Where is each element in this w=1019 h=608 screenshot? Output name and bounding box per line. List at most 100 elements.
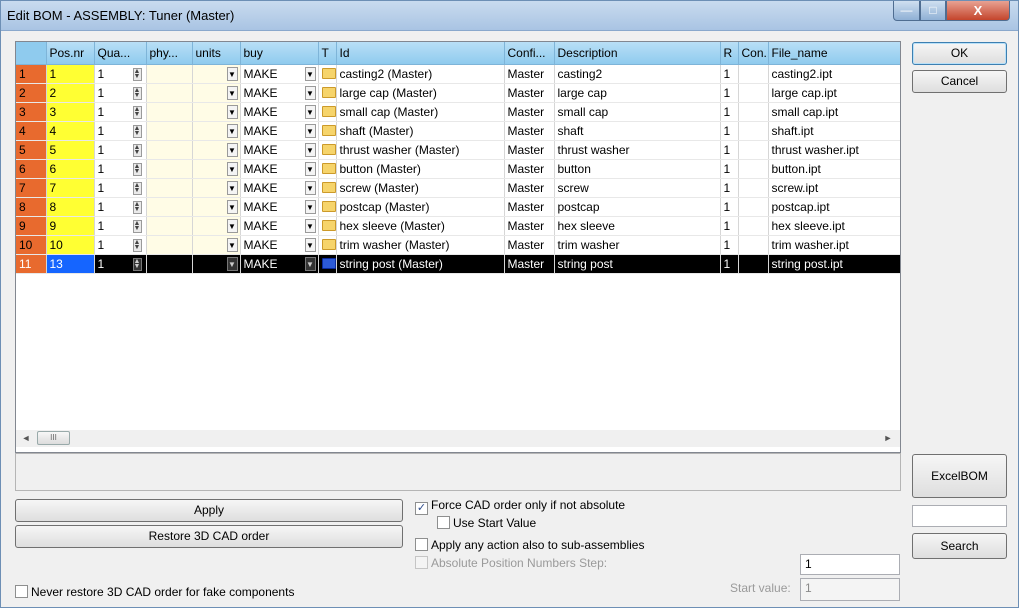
id-cell[interactable]: postcap (Master) (336, 197, 505, 217)
col-pos-nr[interactable]: Pos.nr (46, 42, 95, 65)
absolute-step-checkbox[interactable]: Absolute Position Numbers Step: (415, 556, 607, 570)
scroll-right-icon[interactable]: ► (880, 430, 896, 447)
phy-cell[interactable] (146, 159, 193, 179)
units-dropdown[interactable]: ▼ (192, 178, 241, 198)
row-number[interactable]: 11 (16, 254, 47, 274)
spinner-icon[interactable]: ▲ ▼ (132, 86, 142, 100)
description-cell[interactable]: screw (554, 178, 721, 198)
row-number[interactable]: 8 (16, 197, 47, 217)
con-cell[interactable] (738, 64, 769, 84)
phy-cell[interactable] (146, 216, 193, 236)
buy-dropdown[interactable]: MAKE ▼ (240, 64, 319, 84)
quantity-stepper[interactable]: 1 ▲ ▼ (94, 197, 147, 217)
description-cell[interactable]: button (554, 159, 721, 179)
con-cell[interactable] (738, 102, 769, 122)
phy-cell[interactable] (146, 64, 193, 84)
quantity-stepper[interactable]: 1 ▲ ▼ (94, 159, 147, 179)
r-cell[interactable]: 1 (720, 159, 739, 179)
apply-sub-assemblies-checkbox[interactable]: Apply any action also to sub-assemblies (415, 538, 644, 552)
spinner-icon[interactable]: ▲ ▼ (132, 105, 142, 119)
use-start-value-checkbox[interactable]: Use Start Value (437, 516, 536, 530)
minimize-button[interactable]: — (893, 1, 920, 21)
chevron-down-icon[interactable]: ▼ (304, 142, 316, 157)
phy-cell[interactable] (146, 235, 193, 255)
description-cell[interactable]: hex sleeve (554, 216, 721, 236)
buy-dropdown[interactable]: MAKE ▼ (240, 140, 319, 160)
table-row[interactable]: 7 7 1 ▲ ▼ ▼ MAKE ▼ screw (Master) Master screw 1 scr… (16, 178, 900, 198)
config-cell[interactable]: Master (504, 159, 555, 179)
col-type[interactable]: T (318, 42, 337, 65)
r-cell[interactable]: 1 (720, 197, 739, 217)
units-dropdown[interactable]: ▼ (192, 102, 241, 122)
phy-cell[interactable] (146, 102, 193, 122)
con-cell[interactable] (738, 254, 769, 274)
file-name-cell[interactable]: thrust washer.ipt (768, 140, 900, 160)
file-name-cell[interactable]: button.ipt (768, 159, 900, 179)
con-cell[interactable] (738, 235, 769, 255)
buy-dropdown[interactable]: MAKE ▼ (240, 83, 319, 103)
quantity-stepper[interactable]: 1 ▲ ▼ (94, 235, 147, 255)
r-cell[interactable]: 1 (720, 83, 739, 103)
col-buy[interactable]: buy (240, 42, 319, 65)
id-cell[interactable]: small cap (Master) (336, 102, 505, 122)
units-dropdown[interactable]: ▼ (192, 140, 241, 160)
row-number[interactable]: 3 (16, 102, 47, 122)
units-dropdown[interactable]: ▼ (192, 121, 241, 141)
apply-button[interactable]: Apply (15, 499, 403, 522)
id-cell[interactable]: casting2 (Master) (336, 64, 505, 84)
r-cell[interactable]: 1 (720, 235, 739, 255)
id-cell[interactable]: screw (Master) (336, 178, 505, 198)
units-dropdown[interactable]: ▼ (192, 64, 241, 84)
scroll-thumb[interactable]: III (37, 431, 70, 445)
r-cell[interactable]: 1 (720, 64, 739, 84)
table-row[interactable]: 6 6 1 ▲ ▼ ▼ MAKE ▼ button (Master) Master button 1 b… (16, 159, 900, 179)
con-cell[interactable] (738, 140, 769, 160)
quantity-stepper[interactable]: 1 ▲ ▼ (94, 254, 147, 274)
search-button[interactable]: Search (912, 533, 1007, 559)
chevron-down-icon[interactable]: ▼ (304, 161, 316, 176)
chevron-down-icon[interactable]: ▼ (304, 66, 316, 81)
table-row[interactable]: 8 8 1 ▲ ▼ ▼ MAKE ▼ postcap (Master) Master postcap… (16, 197, 900, 217)
quantity-stepper[interactable]: 1 ▲ ▼ (94, 140, 147, 160)
file-name-cell[interactable]: shaft.ipt (768, 121, 900, 141)
con-cell[interactable] (738, 197, 769, 217)
col-id[interactable]: Id (336, 42, 505, 65)
chevron-down-icon[interactable]: ▼ (304, 256, 316, 271)
buy-dropdown[interactable]: MAKE ▼ (240, 102, 319, 122)
quantity-stepper[interactable]: 1 ▲ ▼ (94, 102, 147, 122)
chevron-down-icon[interactable]: ▼ (226, 142, 238, 157)
cancel-button[interactable]: Cancel (912, 70, 1007, 93)
chevron-down-icon[interactable]: ▼ (304, 123, 316, 138)
file-name-cell[interactable]: large cap.ipt (768, 83, 900, 103)
con-cell[interactable] (738, 216, 769, 236)
pos-nr-cell[interactable]: 1 (46, 64, 95, 84)
spinner-icon[interactable]: ▲ ▼ (132, 67, 142, 81)
spinner-icon[interactable]: ▲ ▼ (132, 257, 142, 271)
chevron-down-icon[interactable]: ▼ (304, 85, 316, 100)
description-cell[interactable]: string post (554, 254, 721, 274)
header-corner[interactable] (16, 42, 47, 65)
quantity-stepper[interactable]: 1 ▲ ▼ (94, 83, 147, 103)
chevron-down-icon[interactable]: ▼ (304, 218, 316, 233)
col-file-name[interactable]: File_name (768, 42, 900, 65)
chevron-down-icon[interactable]: ▼ (304, 180, 316, 195)
description-cell[interactable]: trim washer (554, 235, 721, 255)
col-config[interactable]: Confi... (504, 42, 555, 65)
r-cell[interactable]: 1 (720, 216, 739, 236)
row-number[interactable]: 2 (16, 83, 47, 103)
r-cell[interactable]: 1 (720, 121, 739, 141)
id-cell[interactable]: string post (Master) (336, 254, 505, 274)
spinner-icon[interactable]: ▲ ▼ (132, 162, 142, 176)
units-dropdown[interactable]: ▼ (192, 216, 241, 236)
row-number[interactable]: 7 (16, 178, 47, 198)
table-row[interactable]: 5 5 1 ▲ ▼ ▼ MAKE ▼ thrust washer (Master) Master t… (16, 140, 900, 160)
description-cell[interactable]: thrust washer (554, 140, 721, 160)
step-value-input[interactable]: 1 (800, 554, 900, 575)
phy-cell[interactable] (146, 140, 193, 160)
search-input[interactable] (912, 505, 1007, 527)
phy-cell[interactable] (146, 121, 193, 141)
col-quantity[interactable]: Qua... (94, 42, 147, 65)
config-cell[interactable]: Master (504, 121, 555, 141)
row-number[interactable]: 9 (16, 216, 47, 236)
config-cell[interactable]: Master (504, 235, 555, 255)
